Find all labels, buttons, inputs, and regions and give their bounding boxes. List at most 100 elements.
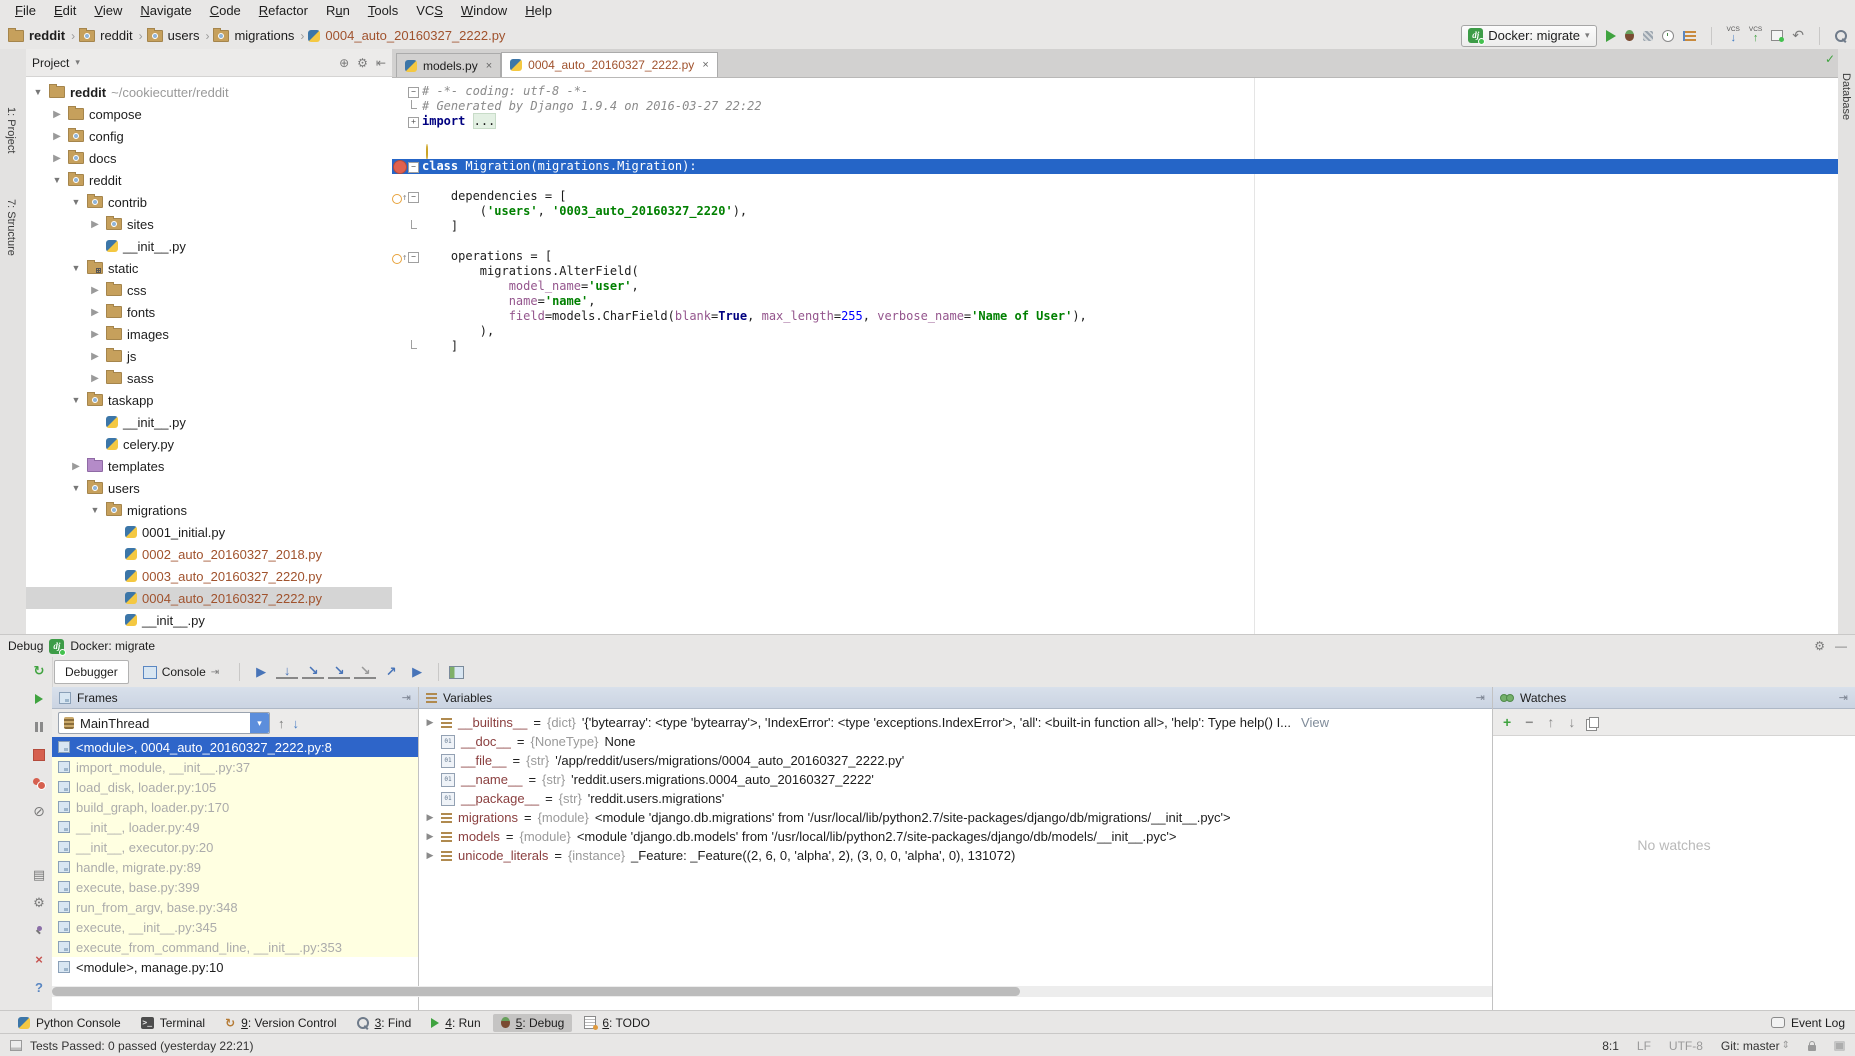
fold-marker[interactable]: −: [408, 252, 419, 263]
code-editor[interactable]: −# -*- coding: utf-8 -*-# Generated by D…: [392, 78, 1838, 634]
line-ending-indicator[interactable]: LF: [1637, 1039, 1651, 1053]
menu-tools[interactable]: Tools: [359, 0, 407, 22]
breadcrumb-item[interactable]: 0004_auto_20160327_2222.py: [308, 28, 505, 43]
stack-frame[interactable]: <module>, 0004_auto_20160327_2222.py:8: [52, 737, 418, 757]
tree-item-static[interactable]: ▼static: [26, 257, 392, 279]
run-button[interactable]: [1606, 30, 1616, 42]
code-line[interactable]: # Generated by Django 1.9.4 on 2016-03-2…: [392, 99, 1838, 114]
force-step-over-button[interactable]: ↘: [354, 665, 376, 679]
code-line[interactable]: ↑− dependencies = [: [392, 189, 1838, 204]
tree-expand-icon[interactable]: ▼: [70, 483, 82, 493]
tree-item-compose[interactable]: ▶compose: [26, 103, 392, 125]
variable-row[interactable]: __file__={str}'/app/reddit/users/migrati…: [419, 751, 1492, 770]
tree-expand-icon[interactable]: ▼: [89, 505, 101, 515]
menu-help[interactable]: Help: [516, 0, 561, 22]
menu-run[interactable]: Run: [317, 0, 359, 22]
code-line[interactable]: −# -*- coding: utf-8 -*-: [392, 84, 1838, 99]
hide-panel-icon[interactable]: ⇤: [376, 56, 386, 70]
git-branch-indicator[interactable]: Git: master: [1721, 1039, 1780, 1053]
fold-marker[interactable]: −: [408, 162, 419, 173]
menu-code[interactable]: Code: [201, 0, 250, 22]
coverage-button[interactable]: [1643, 31, 1653, 41]
code-line[interactable]: ]: [392, 339, 1838, 354]
tree-expand-icon[interactable]: ▼: [70, 263, 82, 273]
tree-expand-icon[interactable]: ▶: [51, 153, 63, 164]
restore-layout-button[interactable]: ▤: [26, 861, 52, 889]
step-out-button[interactable]: ↗: [380, 664, 402, 680]
tree-item-__init__-py[interactable]: __init__.py: [26, 411, 392, 433]
editor-tab-0004_auto_20160327_2222-py[interactable]: 0004_auto_20160327_2222.py×: [501, 52, 718, 77]
tree-expand-icon[interactable]: ▼: [32, 87, 44, 97]
fold-marker[interactable]: −: [408, 192, 419, 203]
tree-expand-icon[interactable]: ▶: [89, 329, 101, 340]
tree-expand-icon[interactable]: ▼: [70, 197, 82, 207]
stack-frame[interactable]: build_graph, loader.py:170: [52, 797, 418, 817]
tree-item-fonts[interactable]: ▶fonts: [26, 301, 392, 323]
stack-frame[interactable]: execute, base.py:399: [52, 877, 418, 897]
stack-frame[interactable]: <module>, manage.py:10: [52, 957, 418, 977]
stack-frame[interactable]: handle, migrate.py:89: [52, 857, 418, 877]
inspection-status-icon[interactable]: ✓: [1825, 52, 1835, 66]
add-watch-button[interactable]: +: [1503, 714, 1511, 730]
stack-frame[interactable]: execute, __init__.py:345: [52, 917, 418, 937]
tree-item-js[interactable]: ▶js: [26, 345, 392, 367]
tool-button-database[interactable]: Database: [1840, 73, 1852, 120]
pin-icon[interactable]: ⇥: [1476, 691, 1485, 704]
code-line[interactable]: [392, 129, 1838, 144]
settings-icon[interactable]: ⚙: [26, 889, 52, 917]
variable-row[interactable]: ▶unicode_literals={instance}_Feature: _F…: [419, 846, 1492, 865]
fold-marker[interactable]: +: [408, 117, 419, 128]
tree-item-users[interactable]: ▼users: [26, 477, 392, 499]
tree-item-sass[interactable]: ▶sass: [26, 367, 392, 389]
duplicate-watch-button[interactable]: [1589, 717, 1599, 728]
execution-line[interactable]: −class Migration(migrations.Migration):: [392, 159, 1838, 174]
minimize-icon[interactable]: —: [1835, 639, 1847, 653]
thread-selector[interactable]: MainThread ▾: [58, 712, 270, 734]
show-execution-point-button[interactable]: ▶: [250, 664, 272, 680]
search-everywhere-icon[interactable]: [1835, 30, 1847, 42]
tree-item-taskapp[interactable]: ▼taskapp: [26, 389, 392, 411]
tree-expand-icon[interactable]: ▶: [89, 307, 101, 318]
tool-button-project[interactable]: 1: Project: [5, 107, 17, 153]
tool-window-button-run[interactable]: 4: Run: [423, 1014, 488, 1032]
close-icon[interactable]: ×: [486, 60, 492, 72]
resume-button[interactable]: [26, 685, 52, 713]
step-into-button[interactable]: ↘: [302, 665, 324, 679]
menu-view[interactable]: View: [85, 0, 131, 22]
view-link[interactable]: View: [1301, 715, 1329, 730]
remove-watch-button[interactable]: −: [1525, 714, 1533, 730]
menu-window[interactable]: Window: [452, 0, 516, 22]
code-line[interactable]: migrations.AlterField(: [392, 264, 1838, 279]
tab-debugger[interactable]: Debugger: [54, 660, 129, 684]
tree-item-templates[interactable]: ▶templates: [26, 455, 392, 477]
help-icon[interactable]: ?: [26, 973, 52, 1001]
tree-item-__init__-py[interactable]: __init__.py: [26, 235, 392, 257]
close-icon[interactable]: ×: [26, 945, 52, 973]
tool-window-button-python-console[interactable]: Python Console: [10, 1014, 129, 1032]
settings-icon[interactable]: ⚙: [1814, 639, 1825, 653]
tree-item-__init__-py[interactable]: __init__.py: [26, 609, 392, 631]
tree-expand-icon[interactable]: ▶: [89, 373, 101, 384]
next-frame-button[interactable]: ↓: [293, 716, 300, 731]
tool-window-button-terminal[interactable]: >_Terminal: [133, 1014, 213, 1032]
tree-item-config[interactable]: ▶config: [26, 125, 392, 147]
expand-icon[interactable]: ▶: [425, 812, 435, 823]
code-line[interactable]: +import ...: [392, 114, 1838, 129]
breadcrumb-item[interactable]: users: [147, 28, 200, 43]
stack-frame[interactable]: __init__, loader.py:49: [52, 817, 418, 837]
variable-row[interactable]: ▶__builtins__={dict}'{'bytearray': <type…: [419, 713, 1492, 732]
lock-icon[interactable]: [1808, 1045, 1816, 1051]
concurrency-diagram-button[interactable]: [1683, 31, 1696, 41]
menu-edit[interactable]: Edit: [45, 0, 85, 22]
tree-item-sites[interactable]: ▶sites: [26, 213, 392, 235]
variable-row[interactable]: __name__={str}'reddit.users.migrations.0…: [419, 770, 1492, 789]
tree-item-reddit[interactable]: ▼reddit: [26, 169, 392, 191]
tab-console[interactable]: Console ⇥: [133, 661, 229, 683]
vcs-update-button[interactable]: VCS↓: [1727, 27, 1740, 45]
tree-item-images[interactable]: ▶images: [26, 323, 392, 345]
menu-navigate[interactable]: Navigate: [131, 0, 200, 22]
pin-icon[interactable]: ⇥: [402, 691, 411, 704]
expand-icon[interactable]: ▶: [425, 850, 435, 861]
tree-expand-icon[interactable]: ▶: [51, 131, 63, 142]
encoding-indicator[interactable]: UTF-8: [1669, 1039, 1703, 1053]
